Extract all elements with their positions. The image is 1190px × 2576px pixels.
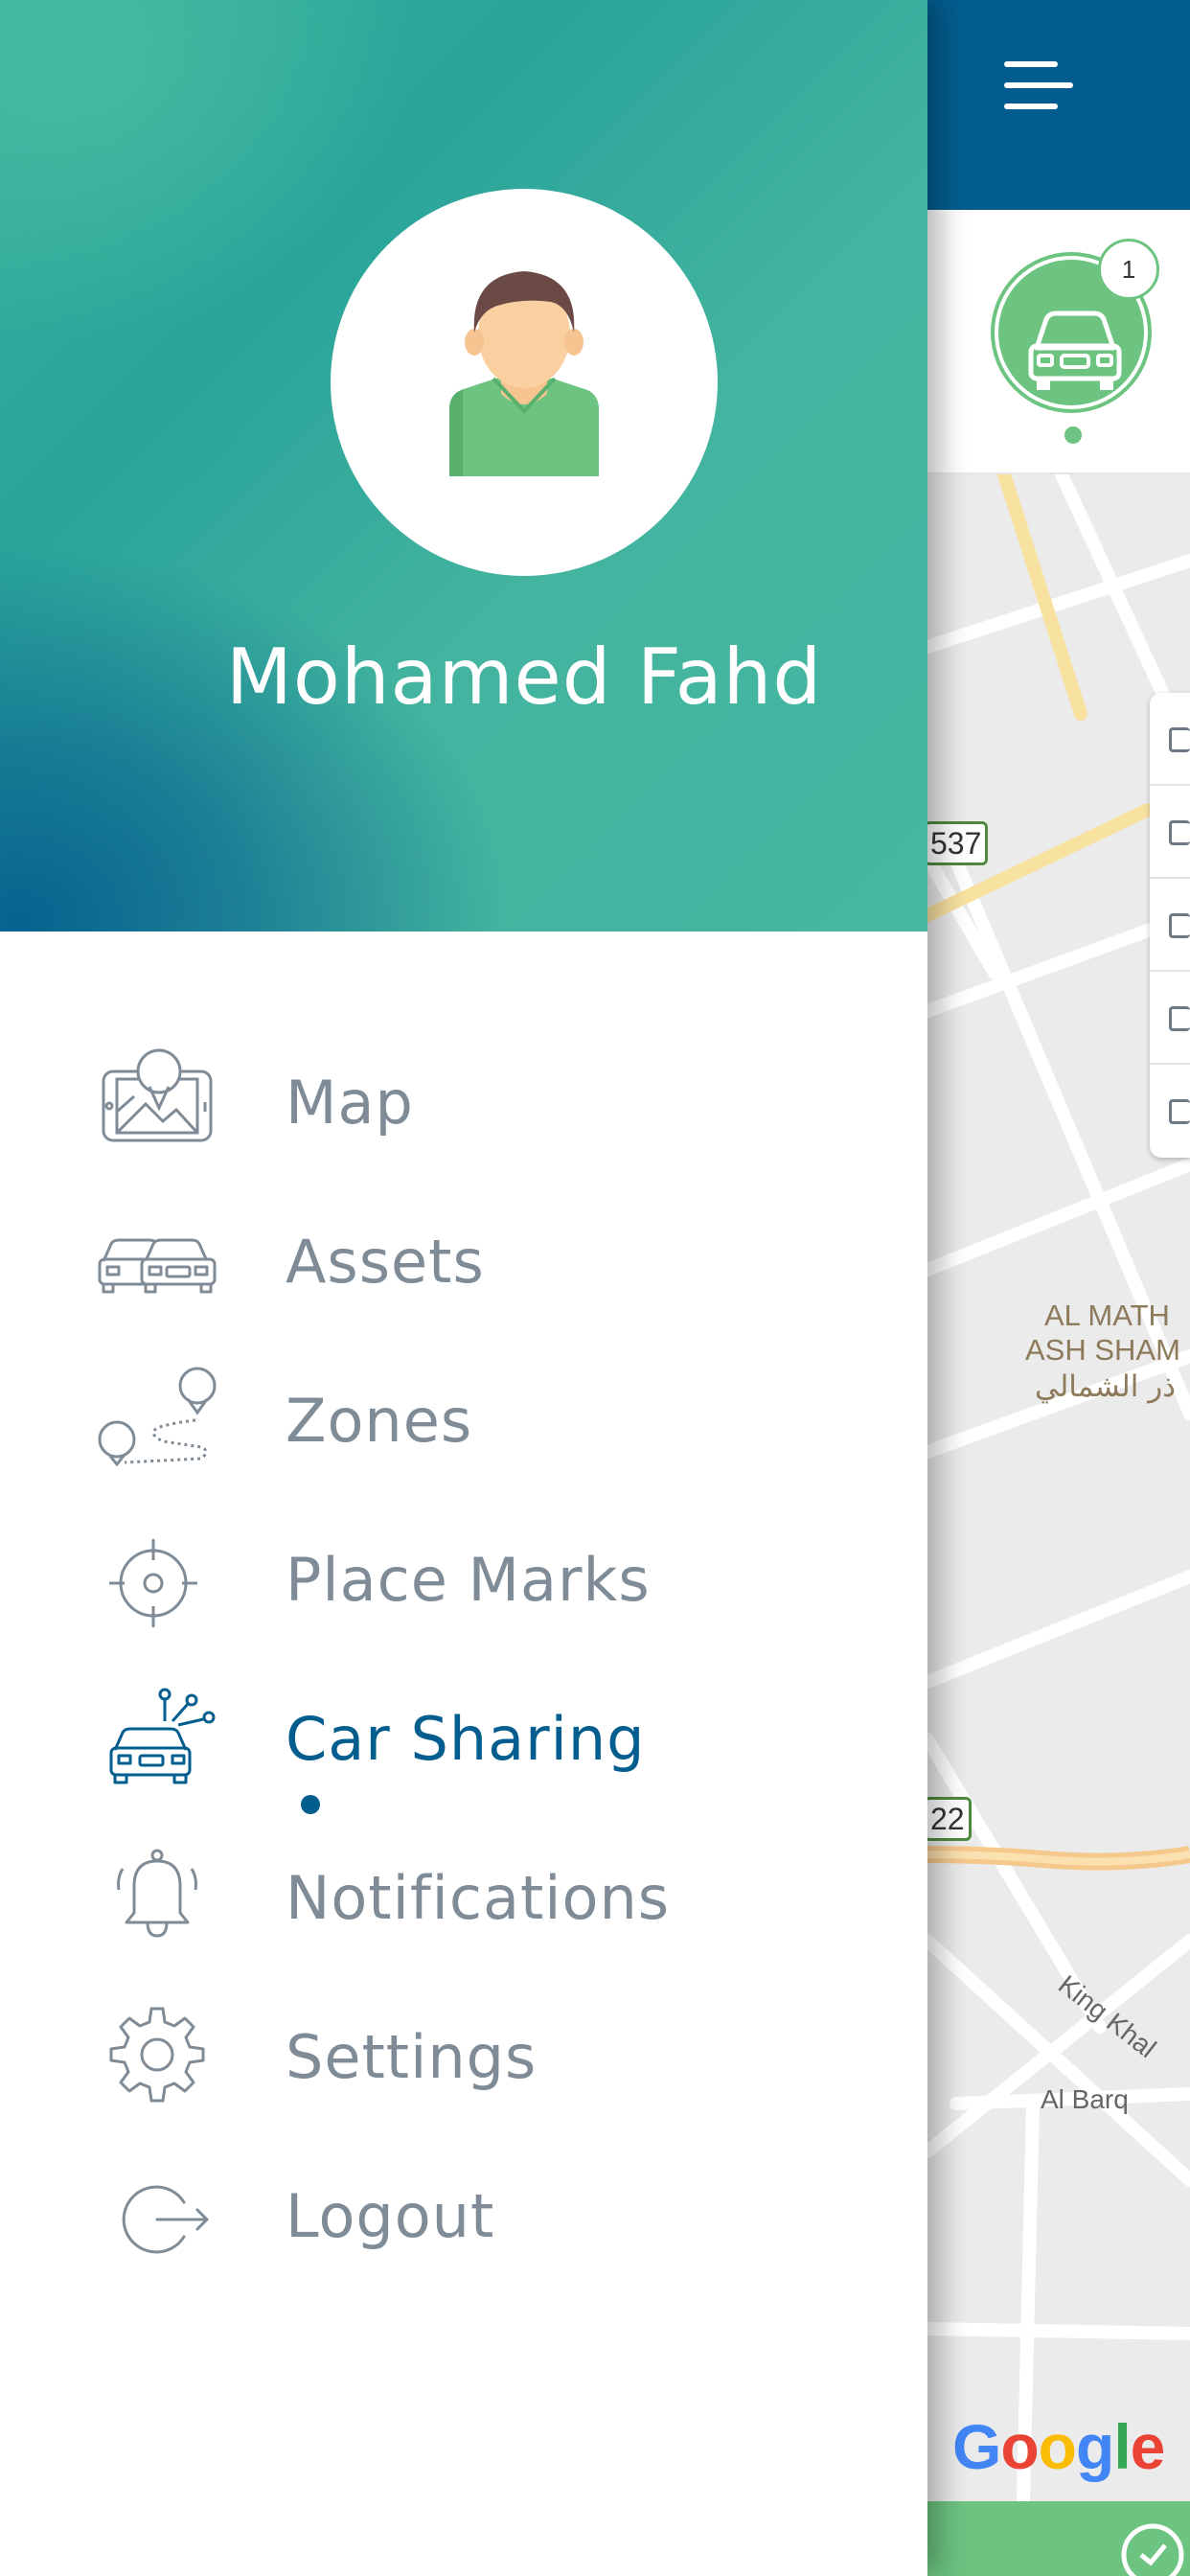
map-tool-1[interactable] xyxy=(1150,693,1190,786)
menu-item-assets[interactable]: Assets xyxy=(0,1184,927,1328)
hamburger-menu-icon[interactable] xyxy=(996,54,1083,121)
menu-label-logout: Logout xyxy=(286,2181,495,2251)
navigation-drawer: Mohamed Fahd Map Assets Zones Place Mark… xyxy=(0,0,927,2576)
map-tools-panel xyxy=(1150,693,1190,1158)
district-label-en-1: AL MATH xyxy=(1044,1299,1170,1332)
cars-icon xyxy=(98,1238,217,1294)
tool-icon xyxy=(1169,1006,1190,1031)
district-label-en-2: ASH SHAM xyxy=(1025,1333,1180,1367)
asset-count-badge: 1 xyxy=(1098,239,1159,300)
menu-item-map[interactable]: Map xyxy=(0,1025,927,1169)
menu-label-map: Map xyxy=(286,1068,414,1138)
drawer-profile-header: Mohamed Fahd xyxy=(0,0,927,932)
map-tool-3[interactable] xyxy=(1150,879,1190,972)
history-icon xyxy=(1121,2523,1184,2576)
background-app-screen: 1 537 22 AL MATH ASH SHAM ذر الشمالي Kin… xyxy=(927,0,1190,2576)
menu-label-settings: Settings xyxy=(286,2022,538,2092)
menu-label-notifications: Notifications xyxy=(286,1863,671,1933)
route-537-shield: 537 xyxy=(927,821,989,865)
menu-item-notifications[interactable]: Notifications xyxy=(0,1821,927,1965)
map-view[interactable]: 537 22 AL MATH ASH SHAM ذر الشمالي King … xyxy=(927,474,1190,2501)
map-tool-4[interactable] xyxy=(1150,972,1190,1065)
menu-item-settings[interactable]: Settings xyxy=(0,1980,927,2124)
menu-item-logout[interactable]: Logout xyxy=(0,2139,927,2283)
district-label-ar: ذر الشمالي xyxy=(1035,1369,1176,1404)
map-icon xyxy=(102,1048,213,1142)
menu-label-assets: Assets xyxy=(286,1227,485,1297)
user-avatar-icon xyxy=(449,271,599,476)
menu-item-place-marks[interactable]: Place Marks xyxy=(0,1503,927,1646)
gear-icon xyxy=(109,2007,205,2103)
tool-icon xyxy=(1169,727,1190,752)
map-tool-2[interactable] xyxy=(1150,786,1190,879)
user-name: Mohamed Fahd xyxy=(225,632,823,722)
map-tool-5[interactable] xyxy=(1150,1065,1190,1158)
tool-icon xyxy=(1169,1099,1190,1124)
active-item-indicator xyxy=(301,1795,320,1814)
road-label-al-barq: Al Barq xyxy=(1041,2084,1129,2114)
car-sharing-icon xyxy=(109,1688,216,1784)
google-attribution-logo: Google xyxy=(952,2411,1165,2482)
asset-selected-dot xyxy=(1064,426,1082,444)
menu-label-car-sharing: Car Sharing xyxy=(286,1704,646,1774)
avatar[interactable] xyxy=(331,189,718,576)
app-top-bar xyxy=(927,0,1190,210)
route-22-shield: 22 xyxy=(927,1797,972,1841)
target-icon xyxy=(109,1539,197,1627)
menu-item-car-sharing[interactable]: Car Sharing xyxy=(0,1662,927,1806)
asset-filter-strip: 1 xyxy=(927,210,1190,474)
menu-label-place-marks: Place Marks xyxy=(286,1545,651,1615)
bottom-action-bar[interactable] xyxy=(927,2501,1190,2576)
tool-icon xyxy=(1169,913,1190,938)
bell-icon xyxy=(117,1849,197,1938)
zones-route-icon xyxy=(98,1367,217,1467)
logout-icon xyxy=(122,2185,209,2254)
tool-icon xyxy=(1169,820,1190,845)
menu-label-zones: Zones xyxy=(286,1386,473,1456)
menu-item-zones[interactable]: Zones xyxy=(0,1344,927,1487)
